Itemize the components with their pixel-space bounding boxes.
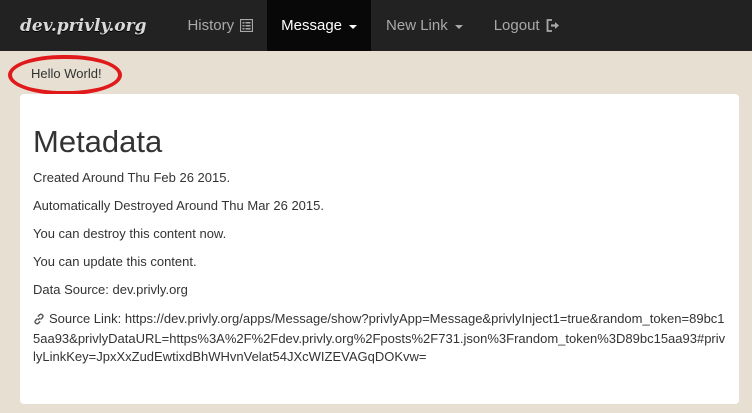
nav-message[interactable]: Message [267, 0, 372, 51]
nav-history-label: History [187, 17, 235, 34]
destroy-permission: You can destroy this content now. [33, 226, 227, 241]
update-permission: You can update this content. [33, 254, 197, 269]
caret-down-icon [349, 24, 358, 29]
created-date: Created Around Thu Feb 26 2015. [33, 170, 231, 185]
source-link-text[interactable]: Source Link: https://dev.privly.org/apps… [33, 311, 725, 364]
logout-icon [546, 19, 560, 32]
destroy-date: Automatically Destroyed Around Thu Mar 2… [33, 198, 324, 213]
nav-new-link[interactable]: New Link [372, 0, 477, 51]
navbar: dev.privly.org History Message New Link … [0, 0, 752, 51]
nav-logout-label: Logout [493, 17, 540, 34]
list-icon [240, 19, 254, 32]
metadata-panel: Metadata Created Around Thu Feb 26 2015.… [20, 94, 739, 404]
highlight-annotation-ring [8, 55, 122, 95]
brand-logo[interactable]: dev.privly.org [0, 0, 166, 51]
source-link-row: Source Link: https://dev.privly.org/apps… [33, 310, 726, 366]
nav-history[interactable]: History [173, 0, 267, 51]
caret-down-icon [454, 24, 463, 29]
metadata-title: Metadata [33, 124, 163, 159]
nav-logout[interactable]: Logout [480, 0, 574, 51]
data-source: Data Source: dev.privly.org [33, 282, 188, 297]
link-icon [33, 312, 45, 330]
nav-message-label: Message [281, 17, 343, 34]
nav-new-link-label: New Link [386, 17, 448, 34]
